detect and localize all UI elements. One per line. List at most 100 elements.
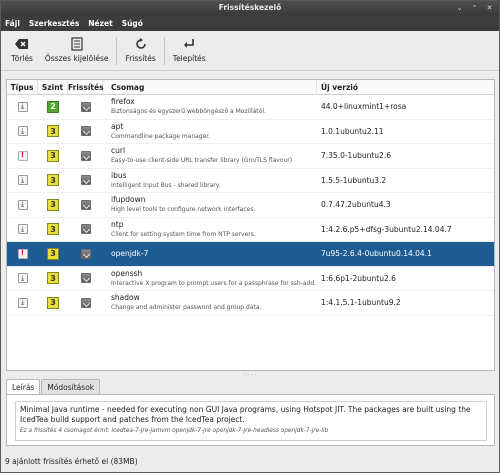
column-type[interactable]: Típus xyxy=(7,79,38,95)
level-badge: 2 xyxy=(47,100,59,113)
window-title: Frissítéskezelő xyxy=(218,3,282,12)
table-row[interactable]: ⤓ 3 shadow Change and administer password a… xyxy=(7,291,494,316)
menu-help[interactable]: Súgó xyxy=(122,19,143,28)
update-cell xyxy=(68,291,103,315)
detail-tabs: Leírás Módosítások xyxy=(6,379,101,394)
select-all-button[interactable]: Összes kijelölése xyxy=(39,35,115,67)
update-checkbox[interactable] xyxy=(80,224,91,235)
menu-edit[interactable]: Szerkesztés xyxy=(29,19,79,28)
description-text: Minimal Java runtime - needed for execut… xyxy=(20,405,471,424)
update-checkbox[interactable] xyxy=(80,101,91,112)
type-cell: ⤓ xyxy=(7,193,38,217)
level-cell: 3 xyxy=(38,242,68,266)
title-bar: Frissítéskezelő ⌄ ⌃ ✕ xyxy=(1,1,499,15)
select-all-icon xyxy=(71,37,83,51)
table-row[interactable]: ⤓ 3 ntp Client for setting system time from… xyxy=(7,218,494,242)
table-row[interactable]: ⤓ 2 firefox Biztonságos és egyszerű webböng… xyxy=(7,95,494,120)
level-badge: 3 xyxy=(47,223,59,236)
package-name: firefox xyxy=(111,97,135,107)
column-level[interactable]: Szint xyxy=(38,79,68,95)
package-name: ibus xyxy=(111,170,127,180)
pane-splitter[interactable]: · · · · xyxy=(1,373,499,379)
affected-packages-text: Ez a frissítés 4 csomagot érint: icedtea… xyxy=(20,428,329,434)
table-row[interactable]: ⤓ 3 apt Commandline package manager. 1.0.1ub… xyxy=(7,120,494,144)
package-version: 1.5.5-1ubuntu3.2 xyxy=(321,175,387,185)
close-button[interactable]: ✕ xyxy=(484,3,495,13)
select-all-label: Összes kijelölése xyxy=(44,54,109,63)
update-checkbox[interactable] xyxy=(80,175,91,186)
clear-icon xyxy=(14,37,29,51)
menu-bar: Fájl Szerkesztés Nézet Súgó xyxy=(1,15,499,31)
update-checkbox[interactable] xyxy=(80,297,91,308)
menu-file[interactable]: Fájl xyxy=(5,19,20,28)
package-cell: apt Commandline package manager. xyxy=(103,120,317,144)
package-version: 1.0.1ubuntu2.11 xyxy=(321,126,384,136)
update-cell xyxy=(68,144,103,168)
package-cell: shadow Change and administer password and… xyxy=(103,291,317,315)
package-version: 1:4.2.6.p5+dfsg-3ubuntu2.14.04.7 xyxy=(321,224,452,234)
package-description: Change and administer password and group… xyxy=(111,304,262,312)
level-cell: 3 xyxy=(38,291,68,315)
package-update-icon: ⤓ xyxy=(17,273,28,284)
update-cell xyxy=(68,242,103,266)
menu-view[interactable]: Nézet xyxy=(88,19,112,28)
type-cell: ! xyxy=(7,242,38,266)
tab-changes[interactable]: Módosítások xyxy=(41,379,101,394)
table-row[interactable]: ⤓ 3 ibus Intelligent Input Bus - shared lib… xyxy=(7,169,494,193)
level-cell: 3 xyxy=(38,169,68,193)
minimize-button[interactable]: ⌄ xyxy=(454,3,465,13)
update-cell xyxy=(68,218,103,242)
table-row[interactable]: ⤓ 3 ifupdown High level tools to configure … xyxy=(7,193,494,218)
package-update-icon: ⤓ xyxy=(17,126,28,137)
package-cell: firefox Biztonságos és egyszerű webböngés… xyxy=(103,95,317,119)
update-cell xyxy=(68,267,103,291)
refresh-button[interactable]: Frissítés xyxy=(119,35,161,67)
update-cell xyxy=(68,169,103,193)
update-checkbox[interactable] xyxy=(80,126,91,137)
table-row[interactable]: ! 3 openjdk-7 7u95-2.6.4-0ubuntu0.14.04.1 xyxy=(7,242,494,267)
package-description: Interactive X program to prompt users fo… xyxy=(111,279,317,287)
level-cell: 3 xyxy=(38,144,68,168)
package-update-icon: ⤓ xyxy=(17,199,28,210)
table-body: ⤓ 2 firefox Biztonságos és egyszerű webböng… xyxy=(7,95,494,316)
install-label: Telepítés xyxy=(172,54,206,63)
package-description: Easy-to-use client-side URL transfer lib… xyxy=(111,157,293,165)
description-box: Minimal Java runtime - needed for execut… xyxy=(15,401,487,441)
package-name: apt xyxy=(111,121,124,131)
package-cell: openssh Interactive X program to prompt u… xyxy=(103,267,317,291)
table-row[interactable]: ! 3 curl Easy-to-use client-side URL transf… xyxy=(7,144,494,169)
update-checkbox[interactable] xyxy=(80,248,91,259)
install-button[interactable]: Telepítés xyxy=(167,35,212,67)
security-update-icon: ! xyxy=(17,150,28,161)
column-new-version[interactable]: Új verzió xyxy=(317,80,494,95)
package-update-icon: ⤓ xyxy=(17,224,28,235)
package-version: 1:4.1.5.1-1ubuntu9.2 xyxy=(321,298,401,308)
type-cell: ⤓ xyxy=(7,267,38,291)
package-cell: ifupdown High level tools to configure ne… xyxy=(103,193,317,217)
package-description: Client for setting system time from NTP … xyxy=(111,230,256,238)
package-description: Biztonságos és egyszerű webböngésző a Mo… xyxy=(111,108,266,116)
update-checkbox[interactable] xyxy=(80,150,91,161)
level-badge: 3 xyxy=(47,247,59,260)
update-manager-window: Frissítéskezelő ⌄ ⌃ ✕ Fájl Szerkesztés N… xyxy=(0,0,500,473)
update-checkbox[interactable] xyxy=(80,273,91,284)
package-version: 0.7.47.2ubuntu4.3 xyxy=(321,200,391,210)
package-update-icon: ⤓ xyxy=(17,297,28,308)
column-package[interactable]: Csomag xyxy=(103,79,317,95)
type-cell: ! xyxy=(7,144,38,168)
type-cell: ⤓ xyxy=(7,169,38,193)
update-checkbox[interactable] xyxy=(80,199,91,210)
maximize-button[interactable]: ⌃ xyxy=(469,3,480,13)
package-cell: curl Easy-to-use client-side URL transfer… xyxy=(103,144,317,168)
tab-description[interactable]: Leírás xyxy=(6,379,41,394)
clear-button[interactable]: Törlés xyxy=(5,35,39,67)
level-badge: 3 xyxy=(47,296,59,309)
package-name: curl xyxy=(111,146,126,156)
package-cell: ibus Intelligent Input Bus - shared libra… xyxy=(103,169,317,193)
level-cell: 3 xyxy=(38,267,68,291)
table-row[interactable]: ⤓ 3 openssh Interactive X program to prompt… xyxy=(7,267,494,291)
description-panel: Minimal Java runtime - needed for execut… xyxy=(6,394,495,446)
column-update[interactable]: Frissítés xyxy=(68,79,104,95)
updates-table: Típus Szint Frissítés Csomag Új verzió ⤓… xyxy=(6,79,495,371)
update-cell xyxy=(68,120,103,144)
